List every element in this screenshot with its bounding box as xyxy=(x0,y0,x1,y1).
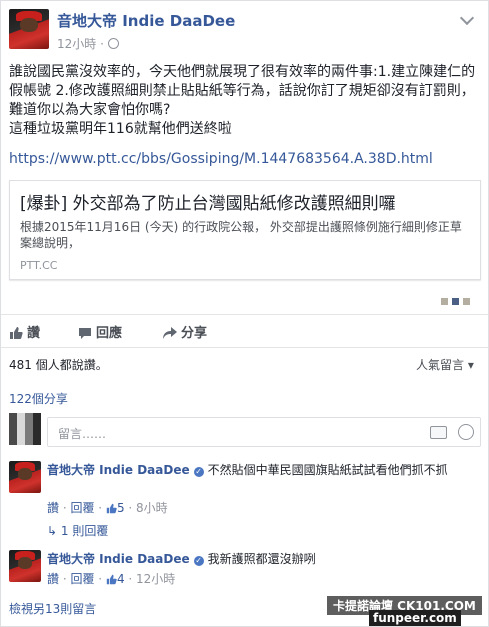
comment-like-count[interactable]: 4 xyxy=(106,572,125,586)
link-preview-card[interactable]: [爆卦] 外交部為了防止台灣國貼紙修改護照細則囉 根據2015年11月16日 (… xyxy=(9,180,481,280)
like-count-value: 4 xyxy=(116,572,125,586)
comment-item: 音地大帝 Indie DaaDee ✓ 我新護照都還沒辦咧 讚 · 回覆 · 4 ·… xyxy=(9,550,479,590)
link-preview-description: 根據2015年11月16日 (今天) 的行政院公報， 外交部提出護照條例施行細則… xyxy=(20,220,462,250)
post-body-line: 這種垃圾黨明年116就幫他們送終啦 xyxy=(9,121,232,137)
comment-like-link[interactable]: 讚 xyxy=(47,572,59,586)
link-preview-domain: PTT.CC xyxy=(20,259,58,272)
comment-text: 不然貼個中華民國國旗貼紙試試看他們抓不抓 xyxy=(207,463,448,477)
like-button[interactable]: 讚 xyxy=(9,322,40,341)
comment-author-name[interactable]: 音地大帝 Indie DaaDee xyxy=(47,552,190,566)
share-button[interactable]: 分享 xyxy=(163,322,207,341)
caret-down-icon: ▾ xyxy=(467,358,474,372)
replies-link-label: 1 則回覆 xyxy=(60,524,109,538)
comment-placeholder: 留言…… xyxy=(58,427,107,441)
post-body-line: 誰說國民黨沒效率的，今天他們就展現了很有效率的兩件事:1.建立陳建仁的假帳號 2… xyxy=(9,64,476,118)
comment-input[interactable]: 留言…… xyxy=(47,417,481,447)
comment-composer: 留言…… xyxy=(9,413,481,449)
globe-icon xyxy=(107,38,119,49)
link-preview-title[interactable]: [爆卦] 外交部為了防止台灣國貼紙修改護照細則囉 xyxy=(20,189,475,214)
comment-author[interactable]: 音地大帝 Indie DaaDee ✓ 我新護照都還沒辦咧 xyxy=(47,550,316,567)
comment-reply-link[interactable]: 回覆 xyxy=(70,501,94,515)
comment-time[interactable]: 8小時 xyxy=(136,501,168,515)
thumbs-up-icon xyxy=(10,327,23,339)
comment-author-name[interactable]: 音地大帝 Indie DaaDee xyxy=(47,463,190,477)
view-more-comments-link[interactable]: 檢視另13則留言 xyxy=(9,600,96,617)
likes-count[interactable]: 481 個人都說讚。 xyxy=(9,356,108,373)
commenter-avatar[interactable] xyxy=(9,461,41,493)
comment-like-link[interactable]: 讚 xyxy=(47,501,59,515)
comment-reply-link[interactable]: 回覆 xyxy=(70,572,94,586)
sort-label: 人氣留言 xyxy=(416,358,465,372)
like-label: 讚 xyxy=(27,326,41,341)
comment-meta: 讚 · 回覆 · 4 · 12小時 xyxy=(47,572,176,586)
comment-time[interactable]: 12小時 xyxy=(136,572,175,586)
camera-icon[interactable] xyxy=(430,426,447,439)
post-timestamp[interactable]: 12小時 · xyxy=(57,35,119,52)
post-action-bar: 讚 回應 分享 xyxy=(1,314,488,348)
share-icon xyxy=(163,327,177,339)
share-label: 分享 xyxy=(181,326,208,341)
user-avatar xyxy=(9,413,41,445)
comment-text: 我新護照都還沒辦咧 xyxy=(207,552,316,566)
post-time[interactable]: 12小時 xyxy=(57,37,96,51)
chevron-down-icon[interactable] xyxy=(459,10,475,26)
verified-badge-icon: ✓ xyxy=(193,467,204,477)
comment-sort-dropdown[interactable]: 人氣留言 ▾ xyxy=(416,356,474,373)
comment-meta: 讚 · 回覆 · 5 · 8小時 xyxy=(47,501,168,515)
view-replies-link[interactable]: ↳ 1 則回覆 xyxy=(47,522,108,539)
comment-like-count[interactable]: 5 xyxy=(106,501,125,515)
comment-button[interactable]: 回應 xyxy=(78,322,122,341)
emoji-icon[interactable] xyxy=(458,424,474,440)
comment-label: 回應 xyxy=(96,326,123,341)
reply-arrow-icon: ↳ xyxy=(47,524,58,538)
comment-item: 音地大帝 Indie DaaDee ✓ 不然貼個中華民國國旗貼紙試試看他們抓不抓 讚… xyxy=(9,461,479,538)
verified-badge-icon: ✓ xyxy=(193,556,204,566)
like-count-value: 5 xyxy=(116,501,125,515)
comment-author[interactable]: 音地大帝 Indie DaaDee ✓ 不然貼個中華民國國旗貼紙試試看他們抓不抓 xyxy=(47,461,448,478)
shares-count[interactable]: 122個分享 xyxy=(9,390,68,407)
post-body: 誰說國民黨沒效率的，今天他們就展現了很有效率的兩件事:1.建立陳建仁的假帳號 2… xyxy=(9,63,479,139)
post-author-name[interactable]: 音地大帝 Indie DaaDee xyxy=(57,10,235,31)
author-avatar[interactable] xyxy=(9,9,49,49)
watermark-funpeer: funpeer.com xyxy=(369,610,461,626)
commenter-avatar[interactable] xyxy=(9,550,41,582)
post-card: 音地大帝 Indie DaaDee 12小時 · 誰說國民黨沒效率的，今天他們就… xyxy=(0,0,489,627)
post-link-url[interactable]: https://www.ptt.cc/bbs/Gossiping/M.14476… xyxy=(9,151,433,167)
thumbs-up-icon xyxy=(106,574,117,585)
comment-icon xyxy=(79,328,91,339)
attachment-dots xyxy=(441,294,474,308)
thumbs-up-icon xyxy=(106,503,117,514)
